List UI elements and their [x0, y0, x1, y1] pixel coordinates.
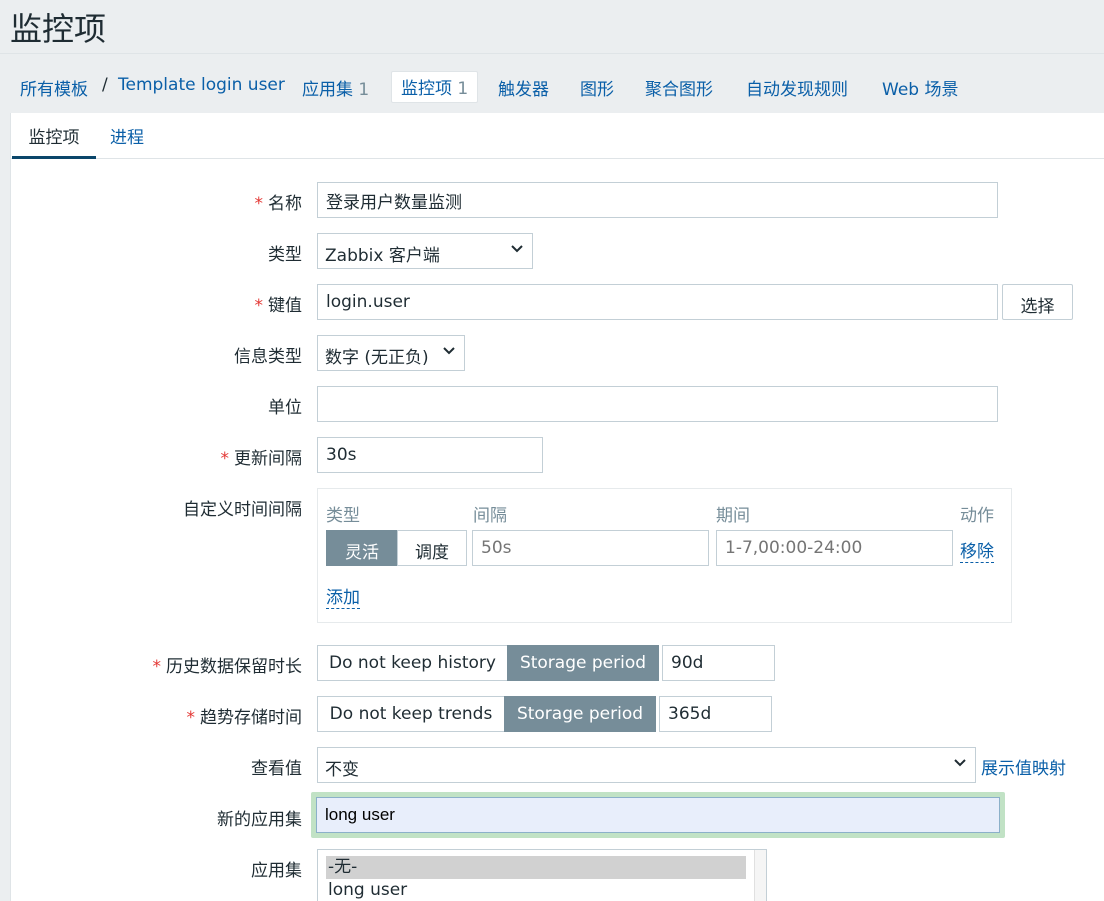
listbox-scrollbar[interactable] — [754, 850, 766, 901]
history-storage-period-toggle[interactable]: Storage period — [507, 645, 659, 681]
chevron-down-icon — [443, 347, 455, 355]
nav-items[interactable]: 监控项 1 — [391, 71, 479, 103]
name-label: * 名称 — [254, 194, 303, 214]
type-select[interactable]: Zabbix 客户端 — [317, 233, 533, 269]
update-interval-label: * 更新间隔 — [220, 449, 303, 469]
nav-graphs[interactable]: 图形 — [580, 75, 614, 100]
nav-applications[interactable]: 应用集 1 — [302, 75, 369, 100]
units-input[interactable] — [317, 386, 998, 422]
trends-value-input[interactable] — [659, 696, 772, 732]
update-interval-input[interactable] — [317, 437, 543, 473]
applications-label: 应用集 — [251, 861, 302, 881]
trends-label: * 趋势存储时间 — [186, 708, 303, 728]
nav-applications-count: 1 — [358, 80, 370, 100]
units-label: 单位 — [268, 398, 302, 418]
chevron-down-icon — [954, 759, 966, 767]
new-application-label: 新的应用集 — [217, 810, 302, 830]
breadcrumb-separator: / — [102, 75, 108, 95]
nav-discovery[interactable]: 自动发现规则 — [746, 75, 848, 100]
new-application-focus-ring — [311, 792, 1005, 838]
value-mapping-link[interactable]: 展示值映射 — [981, 754, 1066, 779]
info-type-select-value: 数字 (无正负) — [325, 348, 429, 368]
type-select-value: Zabbix 客户端 — [325, 246, 440, 266]
nav-items-label: 监控项 — [401, 79, 452, 99]
col-period-header: 期间 — [716, 506, 750, 526]
list-item[interactable]: long user — [326, 879, 758, 901]
info-type-label: 信息类型 — [234, 347, 302, 367]
nav-screens[interactable]: 聚合图形 — [645, 75, 713, 100]
show-value-select-value: 不变 — [325, 760, 359, 780]
tab-bar: 监控项 进程 — [11, 113, 1104, 159]
nav-web[interactable]: Web 场景 — [882, 75, 958, 100]
nav-all-templates[interactable]: 所有模板 — [20, 75, 88, 100]
custom-intervals-label: 自定义时间间隔 — [183, 500, 302, 520]
type-label: 类型 — [268, 245, 302, 265]
scheduling-toggle[interactable]: 调度 — [397, 530, 467, 566]
nav-triggers[interactable]: 触发器 — [498, 75, 549, 100]
name-input[interactable] — [317, 182, 998, 218]
breadcrumb-nav: 所有模板 / Template login user 应用集 1 监控项 1 触… — [0, 53, 1104, 113]
tab-item[interactable]: 监控项 — [12, 123, 96, 159]
key-label: * 键值 — [254, 296, 303, 316]
history-label: * 历史数据保留时长 — [152, 657, 303, 677]
form-panel: 监控项 进程 *名称 类型 Zabbix 客户端 *键值 选择 信息类型 数字 … — [10, 113, 1104, 901]
list-item[interactable]: -无- — [326, 856, 746, 879]
trends-do-not-keep-toggle[interactable]: Do not keep trends — [317, 696, 505, 732]
col-type-header: 类型 — [326, 506, 360, 526]
col-action-header: 动作 — [960, 506, 994, 526]
page-title: 监控项 — [10, 10, 107, 48]
nav-applications-label: 应用集 — [302, 80, 353, 100]
period-input[interactable] — [716, 530, 953, 566]
history-do-not-keep-toggle[interactable]: Do not keep history — [317, 645, 508, 681]
applications-listbox[interactable]: -无- long user — [317, 849, 767, 901]
nav-items-count: 1 — [457, 79, 469, 99]
trends-storage-period-toggle[interactable]: Storage period — [504, 696, 656, 732]
show-value-select[interactable]: 不变 — [317, 747, 976, 783]
interval-input[interactable] — [472, 530, 709, 566]
tab-process[interactable]: 进程 — [110, 123, 144, 148]
key-input[interactable] — [317, 284, 998, 320]
col-interval-header: 间隔 — [473, 506, 507, 526]
info-type-select[interactable]: 数字 (无正负) — [317, 335, 465, 371]
key-select-button[interactable]: 选择 — [1002, 284, 1073, 320]
show-value-label: 查看值 — [251, 759, 302, 779]
custom-intervals-table: 类型 间隔 期间 动作 灵活 调度 移除 添加 — [317, 488, 1012, 623]
chevron-down-icon — [511, 245, 523, 253]
flexible-toggle[interactable]: 灵活 — [326, 530, 398, 566]
history-value-input[interactable] — [662, 645, 775, 681]
new-application-input[interactable] — [316, 797, 1000, 833]
add-link[interactable]: 添加 — [326, 583, 360, 609]
nav-template-name[interactable]: Template login user — [118, 75, 285, 95]
remove-link[interactable]: 移除 — [960, 537, 994, 563]
